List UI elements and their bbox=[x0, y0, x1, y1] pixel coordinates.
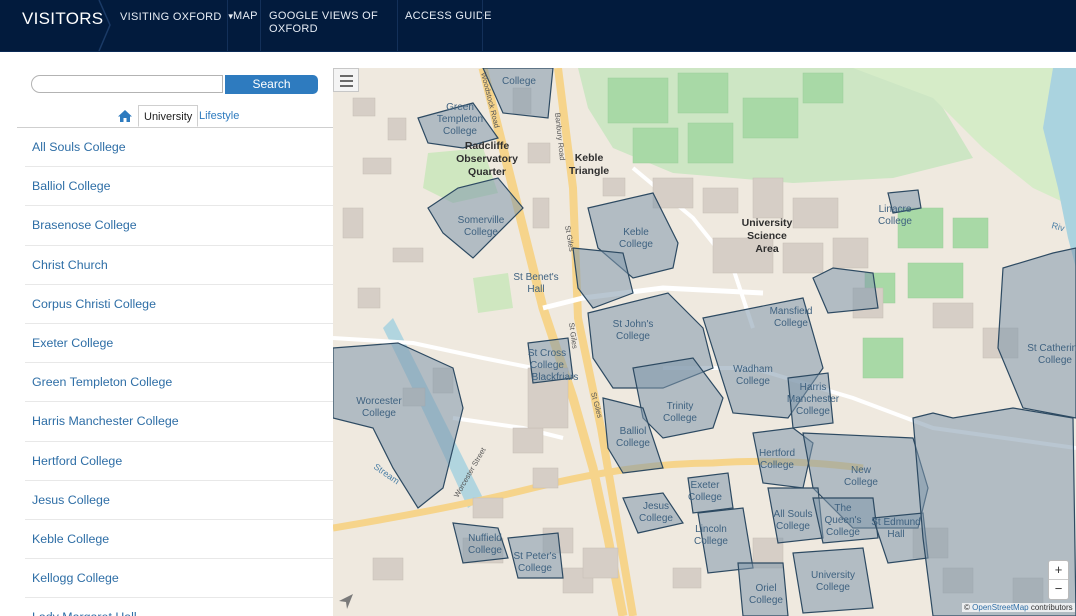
list-item[interactable]: Exeter College bbox=[25, 324, 333, 364]
category-tabs: University Lifestyle bbox=[17, 105, 333, 128]
list-item[interactable]: Hertford College bbox=[25, 442, 333, 481]
map-attribution: © OpenStreetMap contributors bbox=[962, 603, 1075, 612]
map-label-st-peters: St Peter's College bbox=[513, 551, 556, 574]
home-icon[interactable] bbox=[115, 107, 135, 125]
breadcrumb-arrow-icon bbox=[98, 0, 111, 51]
college-list: All Souls College Balliol College Brasen… bbox=[17, 128, 333, 616]
locate-arrow-icon[interactable] bbox=[335, 591, 357, 613]
list-item[interactable]: Harris Manchester College bbox=[25, 402, 333, 442]
map-label-keble: Keble College bbox=[619, 227, 653, 250]
map-label-hertford: Hertford College bbox=[759, 448, 795, 471]
map-label-lincoln: Lincoln College bbox=[694, 524, 728, 547]
nav-visiting-oxford[interactable]: VISITING OXFORD ▼ bbox=[120, 10, 235, 24]
site-brand[interactable]: VISITORS bbox=[22, 9, 103, 29]
map-label-all-souls: All Souls College bbox=[774, 509, 813, 532]
nav-visiting-oxford-label: VISITING OXFORD bbox=[120, 11, 222, 23]
list-item[interactable]: Christ Church bbox=[25, 246, 333, 285]
map-label-mansfield: Mansfield College bbox=[770, 306, 813, 329]
nav-divider bbox=[482, 0, 483, 51]
nav-divider bbox=[227, 0, 228, 51]
nav-google-views-line2: OXFORD bbox=[269, 23, 318, 35]
map-label-exeter: Exeter College bbox=[688, 480, 722, 503]
search-button[interactable]: Search bbox=[225, 75, 318, 94]
attribution-contributors: contributors bbox=[1030, 603, 1073, 612]
zoom-control: + − bbox=[1048, 560, 1069, 600]
search-input[interactable] bbox=[31, 75, 223, 93]
list-item[interactable]: Lady Margaret Hall bbox=[25, 598, 333, 616]
list-item[interactable]: Green Templeton College bbox=[25, 363, 333, 403]
zoom-out-button[interactable]: − bbox=[1049, 580, 1068, 598]
list-item[interactable]: Corpus Christi College bbox=[25, 285, 333, 324]
list-item[interactable]: All Souls College bbox=[25, 128, 333, 168]
map-label-college-top: College bbox=[502, 76, 536, 87]
menu-icon-line bbox=[340, 80, 353, 82]
college-list-panel: Search University Lifestyle All Souls Co… bbox=[17, 68, 333, 616]
top-navigation-bar: VISITORS VISITING OXFORD ▼ MAP GOOGLE VIE… bbox=[0, 0, 1076, 52]
map-label-worcester: Worcester College bbox=[356, 396, 402, 419]
map-menu-button[interactable] bbox=[333, 68, 359, 92]
map-label-university: University College bbox=[811, 570, 855, 593]
attribution-copyright: © bbox=[964, 603, 970, 612]
nav-google-views-line1: GOOGLE VIEWS OF bbox=[269, 10, 379, 22]
map-label-nuffield: Nuffield College bbox=[468, 533, 502, 556]
nav-access-guide[interactable]: ACCESS GUIDE bbox=[405, 10, 492, 23]
map-canvas[interactable]: Green Templeton College College Somerville… bbox=[333, 68, 1076, 616]
tab-lifestyle[interactable]: Lifestyle bbox=[199, 105, 239, 127]
nav-divider bbox=[397, 0, 398, 51]
map-label-st-johns: St John's College bbox=[613, 319, 654, 342]
menu-icon bbox=[340, 75, 353, 77]
list-item[interactable]: Brasenose College bbox=[25, 206, 333, 246]
map-label-jesus: Jesus College bbox=[639, 501, 673, 524]
list-item[interactable]: Balliol College bbox=[25, 167, 333, 207]
map-label-wadham: Wadham College bbox=[733, 364, 773, 387]
zoom-in-button[interactable]: + bbox=[1049, 561, 1068, 580]
tab-university[interactable]: University bbox=[138, 105, 199, 127]
openstreetmap-link[interactable]: OpenStreetMap bbox=[972, 603, 1028, 612]
map-label-trinity: Trinity College bbox=[663, 401, 697, 424]
list-item[interactable]: Kellogg College bbox=[25, 559, 333, 599]
list-item[interactable]: Keble College bbox=[25, 520, 333, 560]
map-label-linacre: Linacre College bbox=[878, 204, 912, 227]
map-label-balliol: Balliol College bbox=[616, 426, 650, 449]
map-view[interactable]: Green Templeton College College Somerville… bbox=[333, 68, 1076, 616]
nav-map[interactable]: MAP bbox=[233, 10, 258, 23]
map-label-somerville: Somerville College bbox=[458, 215, 505, 238]
map-label-keble-triangle: Keble Triangle bbox=[569, 152, 609, 177]
list-item[interactable]: Jesus College bbox=[25, 481, 333, 520]
menu-icon-line bbox=[340, 85, 353, 87]
nav-divider bbox=[260, 0, 261, 51]
nav-google-views[interactable]: GOOGLE VIEWS OF OXFORD bbox=[269, 10, 378, 36]
